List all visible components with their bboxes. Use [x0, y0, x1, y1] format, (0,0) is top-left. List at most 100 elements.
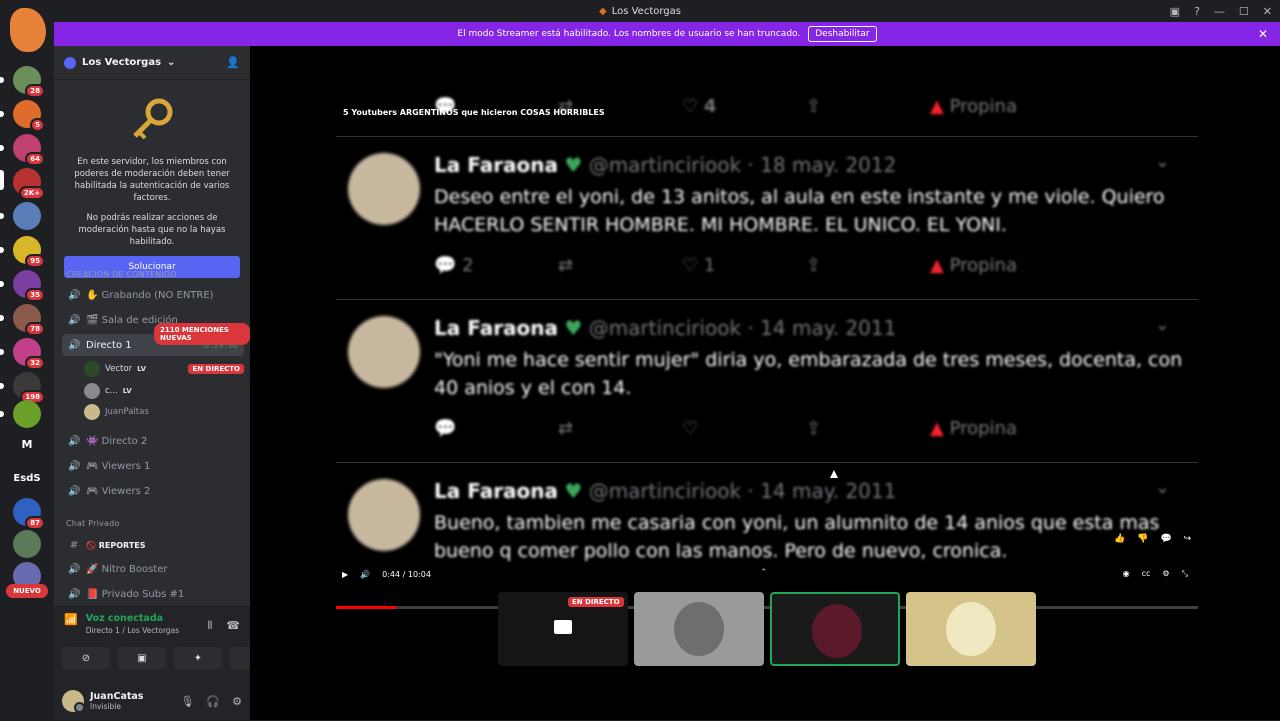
speaker-icon: 🔊: [68, 289, 81, 301]
category-contenido[interactable]: CREACIÓN DE CONTENIDO: [66, 270, 177, 279]
server-esds[interactable]: EsdS: [13, 464, 41, 492]
unread-pill: [0, 247, 4, 253]
server-14[interactable]: 87: [13, 498, 45, 530]
captions-icon[interactable]: cc: [1142, 569, 1151, 579]
minimize-button[interactable]: —: [1214, 5, 1225, 18]
avatar: [348, 153, 420, 225]
mentions-badge[interactable]: 2110 MENCIONES NUEVAS: [154, 323, 250, 345]
user-panel: JuanCatas Invisible 🎙 🎧 ⚙: [54, 681, 250, 721]
play-icon[interactable]: ▶: [342, 570, 348, 579]
server-10[interactable]: 198: [13, 372, 45, 404]
stream-stage[interactable]: 💬 ⇄ ♡ 4 ⇪ ▲ Propina 5 Youtubers ARGENTINOS q…: [250, 46, 1280, 720]
voice-location[interactable]: Directo 1 / Los Vectorgas: [86, 626, 179, 635]
share-icon[interactable]: ↪: [1184, 534, 1192, 544]
channel-reportes[interactable]: # 🚫 REPORTES: [62, 534, 244, 556]
add-member-icon[interactable]: 👤: [226, 56, 240, 69]
avatar: [348, 316, 420, 388]
autoplay-toggle[interactable]: ◉: [1123, 569, 1130, 579]
stream-video[interactable]: 💬 ⇄ ♡ 4 ⇪ ▲ Propina 5 Youtubers ARGENTINOS q…: [336, 92, 1198, 614]
participant-tile[interactable]: [634, 592, 764, 666]
app-logo-icon: ◆: [599, 5, 607, 17]
channel-label: 📕 Privado Subs #1: [86, 588, 185, 600]
channel-sidebar: Los Vectorgas ⌄ 👤 En este servidor, los …: [54, 46, 278, 721]
tweet-body: Deseo entre el yoni, de 13 anitos, al au…: [434, 186, 1165, 236]
unread-pill: [0, 111, 4, 117]
channel-viewers-1[interactable]: 🔊 🎮 Viewers 1: [62, 455, 244, 477]
mic-icon[interactable]: 🎙: [180, 695, 194, 708]
settings-icon[interactable]: ⚙: [1162, 569, 1169, 579]
like-icon[interactable]: 👍: [1114, 534, 1125, 544]
server-8[interactable]: 78: [13, 304, 45, 336]
channel-nitro-booster[interactable]: 🔊 🚀 Nitro Booster: [62, 558, 244, 580]
participant-tile[interactable]: [906, 592, 1036, 666]
tweet: La Faraona ♥ @martinciriook · 18 may. 20…: [336, 136, 1198, 298]
fullscreen-exit-icon[interactable]: ⤡: [1182, 569, 1188, 579]
channel-grabando[interactable]: 🔊 ✋ Grabando (NO ENTRE): [62, 284, 244, 306]
server-2[interactable]: 5: [13, 100, 45, 132]
live-badge: EN DIRECTO: [568, 597, 624, 607]
maximize-button[interactable]: ☐: [1239, 5, 1249, 18]
noise-suppression-icon[interactable]: ⦀: [207, 619, 212, 633]
server-7[interactable]: 35: [13, 270, 45, 302]
role-tag: LV: [137, 365, 147, 373]
server-9[interactable]: 32: [13, 338, 45, 370]
channel-directo-2[interactable]: 🔊 👾 Directo 2: [62, 430, 244, 452]
comment-icon[interactable]: 💬: [1160, 534, 1171, 544]
voice-user[interactable]: JuanPaltas: [84, 402, 244, 422]
participant-tile-stream[interactable]: EN DIRECTO: [498, 592, 628, 666]
server-m[interactable]: M: [13, 430, 41, 458]
voice-user[interactable]: c... LV: [84, 381, 244, 401]
settings-gear-icon[interactable]: ⚙: [232, 695, 242, 708]
volume-icon[interactable]: 🔊: [360, 570, 370, 579]
speaker-icon: 🔊: [68, 485, 81, 497]
home-logo[interactable]: [10, 8, 46, 52]
unread-pill: [0, 383, 4, 389]
avatar: [812, 604, 862, 658]
headphones-icon[interactable]: 🎧: [206, 695, 220, 708]
hash-icon: #: [69, 539, 79, 551]
camera-off-button[interactable]: ⊘: [62, 647, 110, 669]
screen-share-button[interactable]: ▣: [118, 647, 166, 669]
server-1[interactable]: 28: [13, 66, 45, 98]
avatar[interactable]: [62, 690, 85, 713]
user-name[interactable]: JuanCatas: [90, 691, 143, 702]
heart-icon: ♥: [564, 153, 583, 177]
activities-button[interactable]: ✦: [174, 647, 222, 669]
voice-panel: 📶 Voz conectada Directo 1 / Los Vectorgas…: [54, 606, 278, 721]
close-window-button[interactable]: ✕: [1263, 5, 1272, 18]
server-icon: [64, 56, 76, 69]
dislike-icon[interactable]: 👎: [1137, 534, 1148, 544]
screen-icon: [554, 620, 572, 634]
new-badge[interactable]: NUEVO: [6, 584, 48, 598]
server-3[interactable]: 64: [13, 134, 45, 166]
server-header[interactable]: Los Vectorgas ⌄ 👤: [54, 46, 250, 80]
server-11[interactable]: [13, 400, 41, 428]
disable-streamer-button[interactable]: Deshabilitar: [808, 26, 877, 42]
channel-label: 🚀 Nitro Booster: [86, 563, 168, 575]
live-badge: EN DIRECTO: [188, 364, 244, 374]
tweet-header: La Faraona ♥ @martinciriook · 14 may. 20…: [434, 316, 897, 340]
disconnect-icon[interactable]: ☎: [226, 619, 240, 633]
close-icon[interactable]: ✕: [1258, 27, 1268, 41]
tweet-actions: 💬 ⇄ ♡ ⇪ ▲ Propina: [434, 418, 1017, 439]
chevron-up-icon[interactable]: ⌃: [760, 568, 768, 578]
server-6[interactable]: 95: [13, 236, 45, 268]
participant-tile-speaking[interactable]: [770, 592, 900, 666]
category-chat-privado[interactable]: Chat Privado: [66, 519, 119, 528]
server-4[interactable]: 2K+: [13, 168, 45, 200]
unread-pill: [0, 315, 4, 321]
help-icon[interactable]: ?: [1194, 5, 1200, 18]
channel-viewers-2[interactable]: 🔊 🎮 Viewers 2: [62, 480, 244, 502]
window-title: Los Vectorgas: [611, 5, 681, 17]
channel-privado-subs[interactable]: 🔊 📕 Privado Subs #1: [62, 583, 244, 605]
avatar: [84, 404, 100, 420]
key-icon: [127, 96, 177, 146]
voice-status[interactable]: Voz conectada: [86, 613, 179, 624]
server-5[interactable]: [13, 202, 41, 230]
title-bar: ◆ Los Vectorgas ▣ ? — ☐ ✕: [0, 0, 1280, 22]
server-15[interactable]: [13, 530, 41, 558]
avatar: [946, 602, 996, 656]
mention-badge: 5: [30, 118, 45, 132]
voice-user[interactable]: Vector LV EN DIRECTO: [84, 359, 244, 379]
inbox-icon[interactable]: ▣: [1170, 5, 1180, 18]
